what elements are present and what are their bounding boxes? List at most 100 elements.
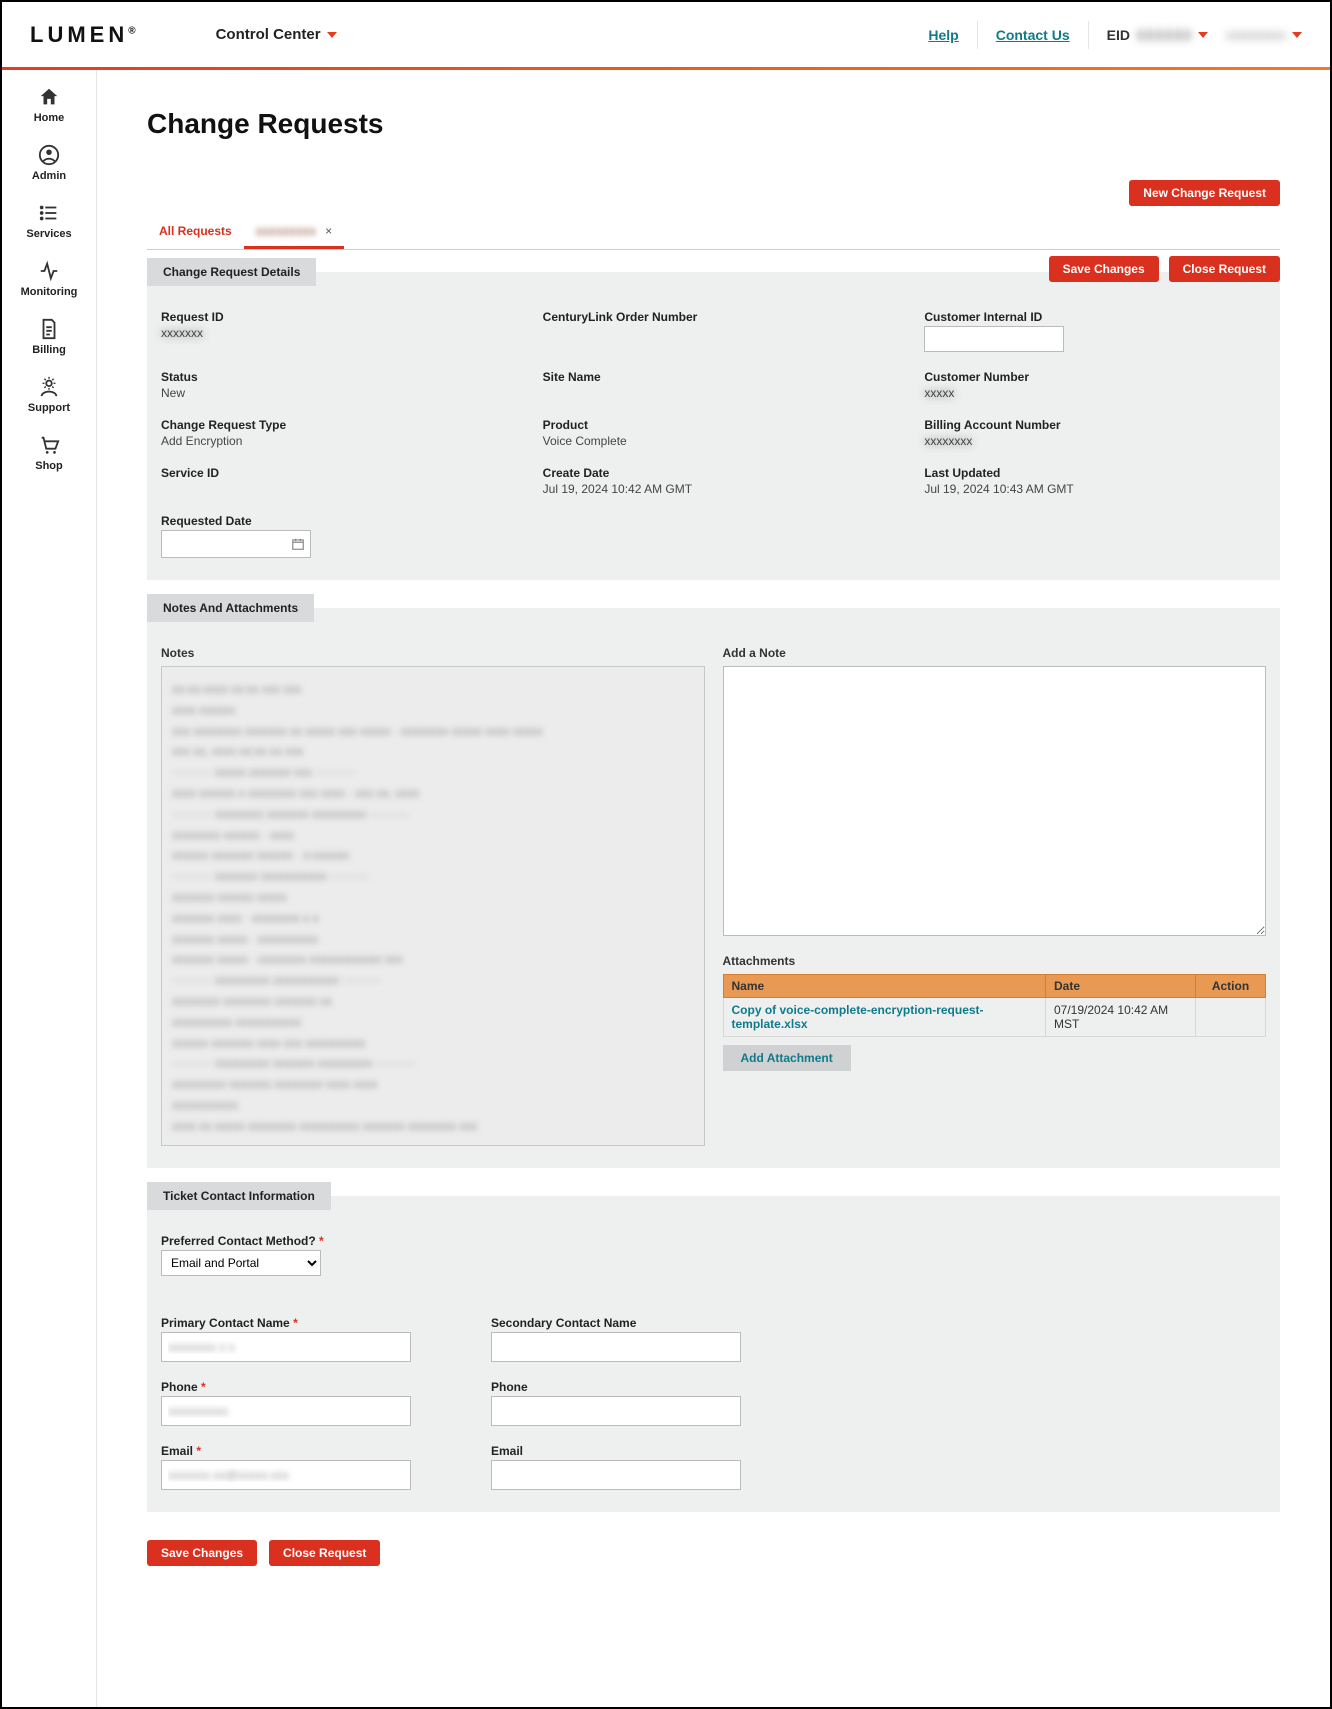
main-content: Change Requests New Change Request All R… (97, 68, 1330, 1707)
product-value: Voice Complete (543, 434, 885, 448)
new-change-request-button[interactable]: New Change Request (1129, 180, 1280, 206)
primary-email-input[interactable] (161, 1460, 411, 1490)
attachment-date: 07/19/2024 10:42 AM MST (1046, 998, 1196, 1037)
primary-contact-name-label: Primary Contact Name * (161, 1316, 461, 1330)
customer-number-value: xxxxx (924, 386, 954, 400)
change-request-type-value: Add Encryption (161, 434, 503, 448)
user-menu[interactable]: xxxxxxxxxx (1226, 28, 1302, 42)
sidebar-item-monitoring[interactable]: Monitoring (21, 260, 78, 298)
tab-request-detail[interactable]: xxxxxxxxx × (244, 216, 344, 249)
customer-internal-id-input[interactable] (924, 326, 1064, 352)
service-id-label: Service ID (161, 466, 503, 480)
billing-account-number-value: xxxxxxxx (924, 434, 972, 448)
sidebar-item-label: Home (34, 112, 65, 124)
requested-date-label: Requested Date (161, 514, 503, 528)
tabs: All Requests xxxxxxxxx × (147, 216, 1280, 250)
attachments-table: Name Date Action Copy of voice-complete-… (723, 974, 1267, 1037)
secondary-contact-name-input[interactable] (491, 1332, 741, 1362)
sidebar-item-billing[interactable]: Billing (32, 318, 66, 356)
status-label: Status (161, 370, 503, 384)
customer-number-label: Customer Number (924, 370, 1266, 384)
notes-attachments-panel: Notes And Attachments Notes xx-xx-xxxx x… (147, 608, 1280, 1168)
username-label: xxxxxxxxxx (1226, 28, 1286, 42)
list-icon (38, 202, 60, 224)
change-request-type-label: Change Request Type (161, 418, 503, 432)
close-request-button-bottom[interactable]: Close Request (269, 1540, 380, 1566)
close-request-button[interactable]: Close Request (1169, 256, 1280, 282)
primary-email-label: Email * (161, 1444, 461, 1458)
sidebar: Home Admin Services Monitoring Billing S… (2, 68, 97, 1707)
panel-header: Notes And Attachments (147, 594, 314, 622)
site-name-label: Site Name (543, 370, 885, 384)
sidebar-item-label: Admin (32, 170, 66, 182)
sidebar-item-services[interactable]: Services (26, 202, 71, 240)
request-id-label: Request ID (161, 310, 503, 324)
add-note-label: Add a Note (723, 646, 1267, 660)
separator (977, 21, 978, 49)
primary-phone-label: Phone * (161, 1380, 461, 1394)
add-attachment-button[interactable]: Add Attachment (723, 1045, 851, 1071)
sidebar-item-support[interactable]: Support (28, 376, 70, 414)
cart-icon (38, 434, 60, 456)
user-circle-icon (38, 144, 60, 166)
ticket-contact-panel: Ticket Contact Information Preferred Con… (147, 1196, 1280, 1512)
save-changes-button-bottom[interactable]: Save Changes (147, 1540, 257, 1566)
tab-all-requests[interactable]: All Requests (147, 216, 244, 249)
close-icon[interactable]: × (325, 224, 332, 238)
primary-contact-name-input[interactable] (161, 1332, 411, 1362)
eid-label: EID (1107, 27, 1130, 43)
change-request-details-panel: Change Request Details Save Changes Clos… (147, 272, 1280, 580)
product-label: Product (543, 418, 885, 432)
add-note-textarea[interactable] (723, 666, 1267, 936)
order-number-label: CenturyLink Order Number (543, 310, 885, 324)
request-id-value: xxxxxxx (161, 326, 203, 340)
chevron-down-icon (327, 32, 337, 38)
notes-label: Notes (161, 646, 705, 660)
app-switcher[interactable]: Control Center (216, 26, 337, 43)
status-value: New (161, 386, 503, 400)
sidebar-item-label: Support (28, 402, 70, 414)
sidebar-item-home[interactable]: Home (34, 86, 65, 124)
page-title: Change Requests (147, 108, 1280, 140)
logo: LUMEN® (30, 22, 136, 48)
invoice-icon (38, 318, 60, 340)
last-updated-label: Last Updated (924, 466, 1266, 480)
sidebar-item-label: Monitoring (21, 286, 78, 298)
save-changes-button[interactable]: Save Changes (1049, 256, 1159, 282)
attachments-label: Attachments (723, 954, 1267, 968)
activity-icon (38, 260, 60, 282)
create-date-label: Create Date (543, 466, 885, 480)
top-bar: LUMEN® Control Center Help Contact Us EI… (2, 2, 1330, 68)
secondary-phone-input[interactable] (491, 1396, 741, 1426)
billing-account-number-label: Billing Account Number (924, 418, 1266, 432)
eid-value: XXXXXX (1136, 27, 1192, 43)
help-link[interactable]: Help (928, 27, 958, 43)
separator (1088, 21, 1089, 49)
tab-label: xxxxxxxxx (256, 224, 316, 238)
panel-header: Ticket Contact Information (147, 1182, 331, 1210)
primary-phone-input[interactable] (161, 1396, 411, 1426)
sidebar-item-admin[interactable]: Admin (32, 144, 66, 182)
chevron-down-icon (1198, 32, 1208, 38)
create-date-value: Jul 19, 2024 10:42 AM GMT (543, 482, 885, 496)
panel-header: Change Request Details (147, 258, 316, 286)
preferred-contact-method-select[interactable]: Email and Portal (161, 1250, 321, 1276)
last-updated-value: Jul 19, 2024 10:43 AM GMT (924, 482, 1266, 496)
preferred-contact-method-label: Preferred Contact Method? * (161, 1234, 1266, 1248)
secondary-email-input[interactable] (491, 1460, 741, 1490)
column-date: Date (1046, 975, 1196, 998)
column-name: Name (723, 975, 1046, 998)
contact-us-link[interactable]: Contact Us (996, 27, 1070, 43)
customer-internal-id-label: Customer Internal ID (924, 310, 1266, 324)
secondary-email-label: Email (491, 1444, 791, 1458)
tab-label: All Requests (159, 224, 232, 238)
attachment-link[interactable]: Copy of voice-complete-encryption-reques… (732, 1003, 984, 1031)
sidebar-item-shop[interactable]: Shop (35, 434, 63, 472)
calendar-icon (291, 537, 305, 551)
app-switcher-label: Control Center (216, 26, 321, 43)
sidebar-item-label: Shop (35, 460, 63, 472)
secondary-contact-name-label: Secondary Contact Name (491, 1316, 791, 1330)
chevron-down-icon (1292, 32, 1302, 38)
eid-selector[interactable]: EID XXXXXX (1107, 27, 1208, 43)
requested-date-input[interactable] (161, 530, 311, 558)
